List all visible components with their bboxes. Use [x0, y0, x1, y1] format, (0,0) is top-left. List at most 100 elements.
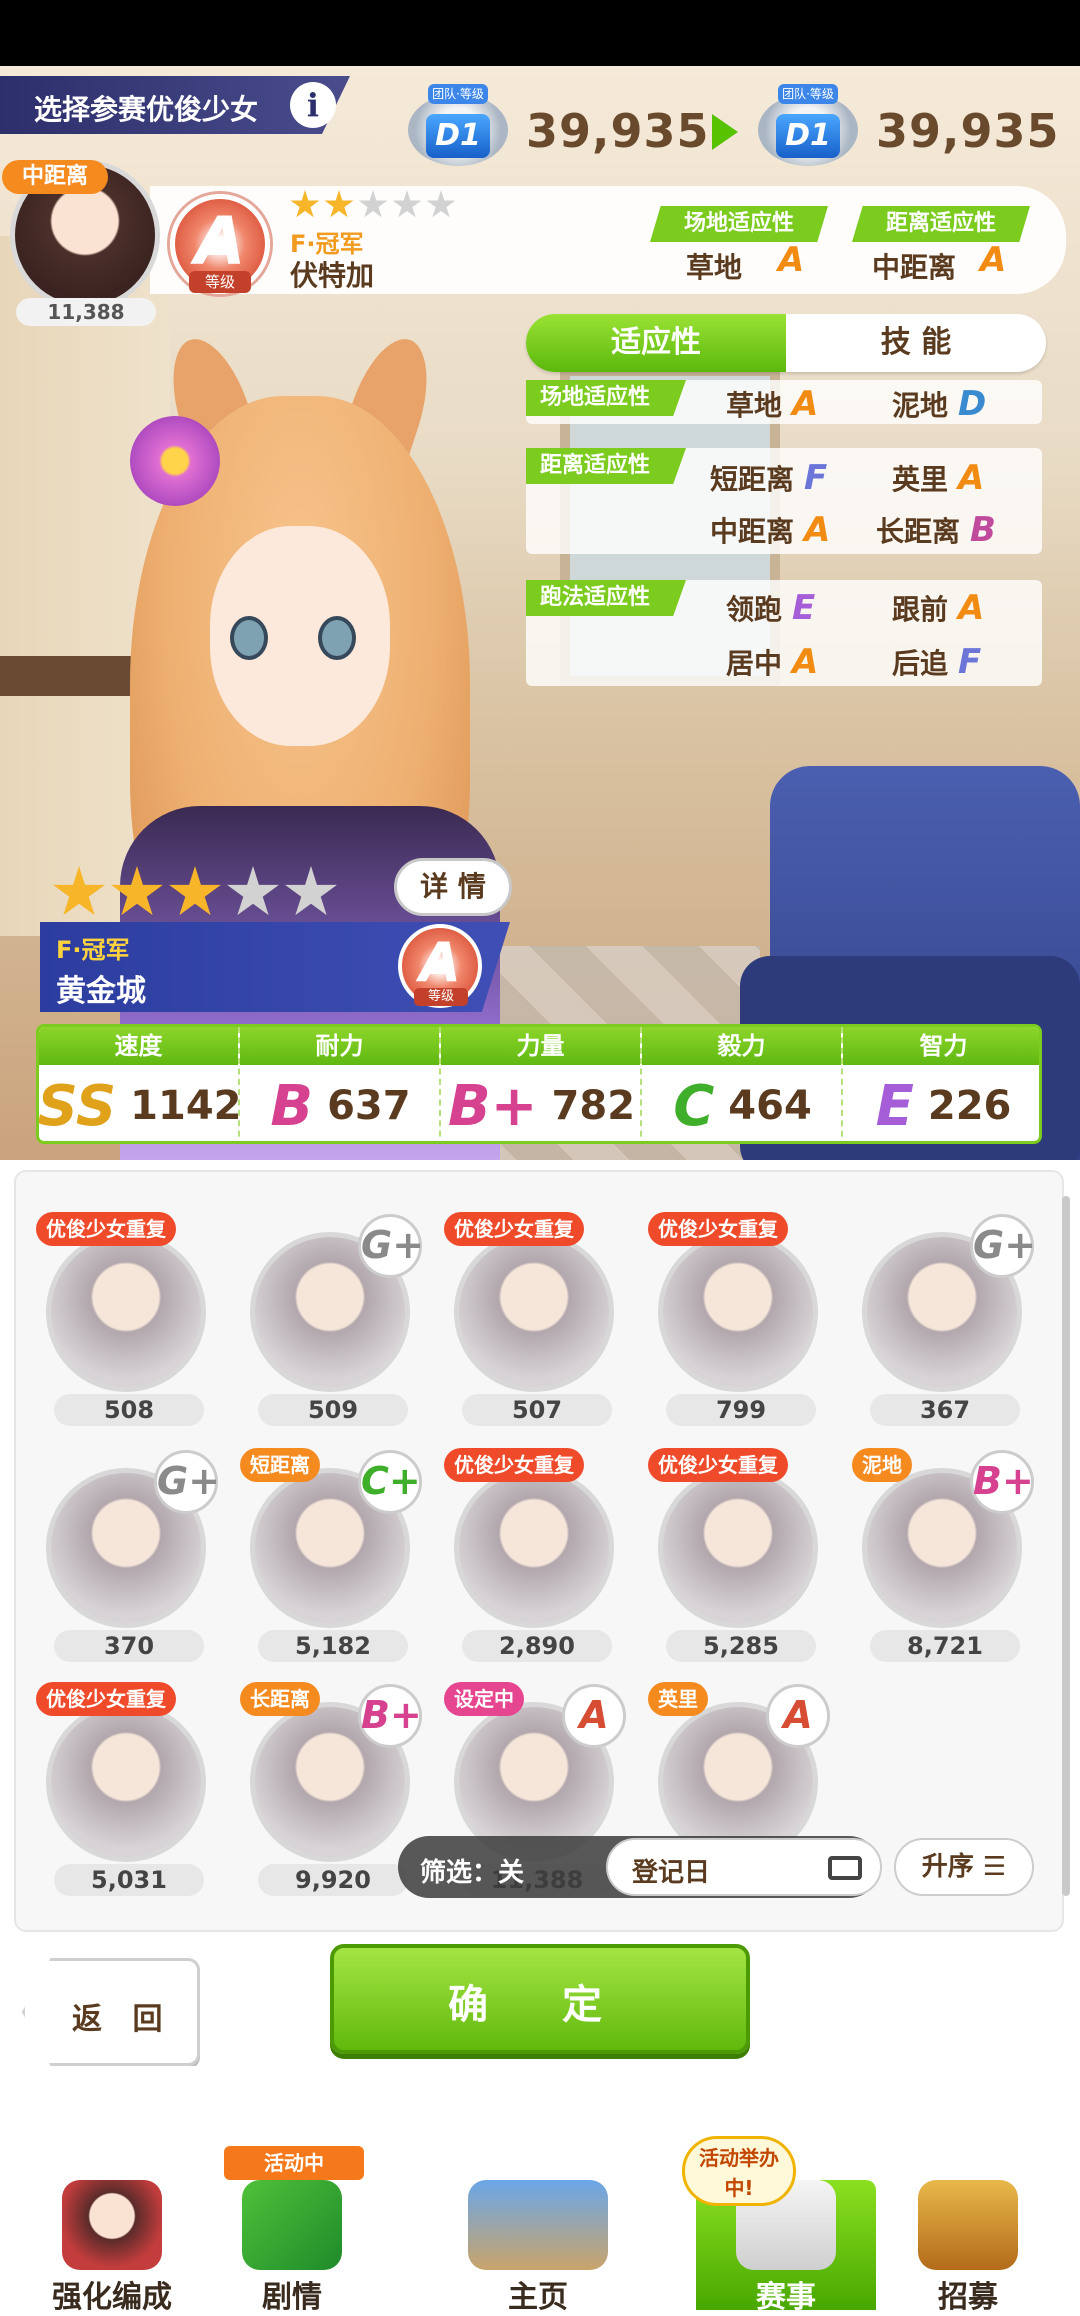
roster-tag: 优俊少女重复 [648, 1212, 788, 1246]
apt-end: 后追 F [892, 642, 981, 682]
nav-enhance[interactable]: 强化编成 [22, 2180, 202, 2315]
story-book-icon [242, 2180, 342, 2270]
apt-grade: E [792, 588, 816, 628]
stat-label: 毅力 [642, 1027, 841, 1065]
enhance-icon [62, 2180, 162, 2270]
score-from: 39,935 [526, 104, 710, 158]
apt-grade: A [792, 384, 819, 424]
fan-count: 370 [54, 1630, 204, 1662]
roster-slot[interactable]: 优俊少女重复 5,285 [648, 1448, 828, 1678]
stat-wisdom: 智力 E 226 [843, 1027, 1039, 1141]
apt-name: 英里 [892, 463, 949, 496]
stat-label: 力量 [441, 1027, 640, 1065]
dist-apt-value: 中距离 [872, 251, 957, 284]
roster-slot[interactable]: 长距离 B+ 9,920 [240, 1682, 422, 1912]
nav-home[interactable]: 主页 [448, 2180, 628, 2315]
left-eye [230, 616, 268, 660]
star-icon [285, 866, 337, 916]
tab-aptitude[interactable]: 适应性 [526, 314, 786, 372]
grade-badge: A [562, 1684, 626, 1748]
character-avatar [46, 1702, 206, 1862]
grade-badge: G+ [358, 1214, 424, 1278]
roster-tag: 泥地 [852, 1448, 912, 1482]
sort-order-button[interactable]: 升序 ☰ [894, 1838, 1034, 1896]
nav-story[interactable]: 剧情 [202, 2180, 382, 2315]
grade-badge: G+ [970, 1214, 1036, 1278]
avatar-fans: 11,388 [16, 298, 156, 326]
apt-grade: A [958, 588, 985, 628]
roster-slot[interactable]: 优俊少女重复 799 [648, 1212, 828, 1442]
stat-rank: C [673, 1073, 715, 1139]
apt-grade: A [792, 642, 819, 682]
stat-value: 464 [728, 1083, 812, 1129]
star-icon [426, 190, 456, 218]
style-aptitude-label: 跑法适应性 [526, 580, 686, 616]
apt-name: 跟前 [892, 593, 949, 626]
roster-slot[interactable]: G+ 367 [852, 1212, 1036, 1442]
nav-label: 招募 [938, 2280, 998, 2315]
info-icon[interactable]: i [290, 82, 336, 128]
star-icon [169, 866, 221, 916]
fan-count: 367 [870, 1394, 1020, 1426]
grade-badge: B+ [970, 1450, 1034, 1514]
apt-turf: 草地 A [726, 384, 818, 424]
stat-value: 782 [551, 1083, 636, 1129]
star-icon [324, 190, 354, 218]
nav-label: 强化编成 [52, 2280, 172, 2315]
character-name: 伏特加 [290, 259, 375, 292]
roster-tag: 优俊少女重复 [444, 1448, 584, 1482]
stat-rank: B [270, 1073, 314, 1139]
rank-value: D1 [426, 114, 490, 158]
grade-sub: 等级 [189, 271, 251, 293]
roster-tag: 长距离 [240, 1682, 320, 1716]
confirm-button-label: 确 定 [448, 1982, 632, 2028]
apt-late: 居中 A [726, 642, 818, 682]
champion-name: 黄金城 [56, 974, 146, 1009]
roster-slot[interactable]: 优俊少女重复 5,031 [36, 1682, 216, 1912]
apt-long: 长距离 B [876, 510, 996, 550]
grade-badge: A [766, 1684, 830, 1748]
roster-slot[interactable]: 优俊少女重复 2,890 [444, 1448, 624, 1678]
champion-title: F·冠军 [56, 936, 130, 964]
roster-tag: 优俊少女重复 [648, 1448, 788, 1482]
track-apt-label: 场地适应性 [650, 206, 828, 242]
stat-value: 1142 [130, 1083, 242, 1129]
apt-name: 后追 [892, 647, 949, 680]
stat-speed: 速度 SS 1142 [39, 1027, 242, 1141]
details-button[interactable]: 详 情 [394, 858, 512, 916]
nav-gacha[interactable]: 招募 [878, 2180, 1058, 2315]
roster-tag: 短距离 [240, 1448, 320, 1482]
race-event-badge: 活动举办中! [682, 2136, 796, 2206]
roster-slot[interactable]: 优俊少女重复 507 [444, 1212, 624, 1442]
track-apt-grade: A [778, 240, 805, 280]
roster-slot[interactable]: 泥地 B+ 8,721 [852, 1448, 1034, 1678]
character-grade-badge: A 等级 [398, 924, 482, 1008]
dist-apt-grade: A [980, 240, 1007, 280]
apt-dirt: 泥地 D [892, 384, 986, 424]
roster-slot[interactable]: 优俊少女重复 508 [36, 1212, 216, 1442]
sort-order-label: 升序 [921, 1852, 974, 1882]
track-apt-value: 草地 [686, 251, 743, 284]
back-button-label: 返 回 [72, 2002, 173, 2037]
fan-count: 8,721 [870, 1630, 1020, 1662]
rank-label: 团队·等级 [428, 84, 488, 104]
tab-skills[interactable]: 技 能 [786, 314, 1046, 372]
character-stars [52, 866, 338, 920]
roster-slot[interactable]: G+ 509 [240, 1212, 424, 1442]
apt-name: 长距离 [876, 515, 961, 548]
nav-label: 剧情 [262, 2280, 322, 2315]
roster-tag: 优俊少女重复 [36, 1682, 176, 1716]
grade-badge: A 等级 [170, 194, 270, 294]
page-title: 选择参赛优俊少女 [34, 93, 259, 126]
roster-tag: 英里 [648, 1682, 708, 1716]
rank-label: 团队·等级 [778, 84, 838, 104]
grade-badge: B+ [358, 1684, 422, 1748]
roster-slot[interactable]: G+ 370 [36, 1448, 220, 1678]
filter-label[interactable]: 筛选：关 [420, 1852, 524, 1889]
sort-options-icon[interactable] [828, 1856, 862, 1880]
score-to: 39,935 [876, 104, 1060, 158]
roster-slot[interactable]: 短距离 C+ 5,182 [240, 1448, 422, 1678]
apt-grade: A [958, 458, 985, 498]
roster-scrollbar[interactable] [1062, 1196, 1070, 1896]
distance-aptitude-label: 距离适应性 [526, 448, 686, 484]
